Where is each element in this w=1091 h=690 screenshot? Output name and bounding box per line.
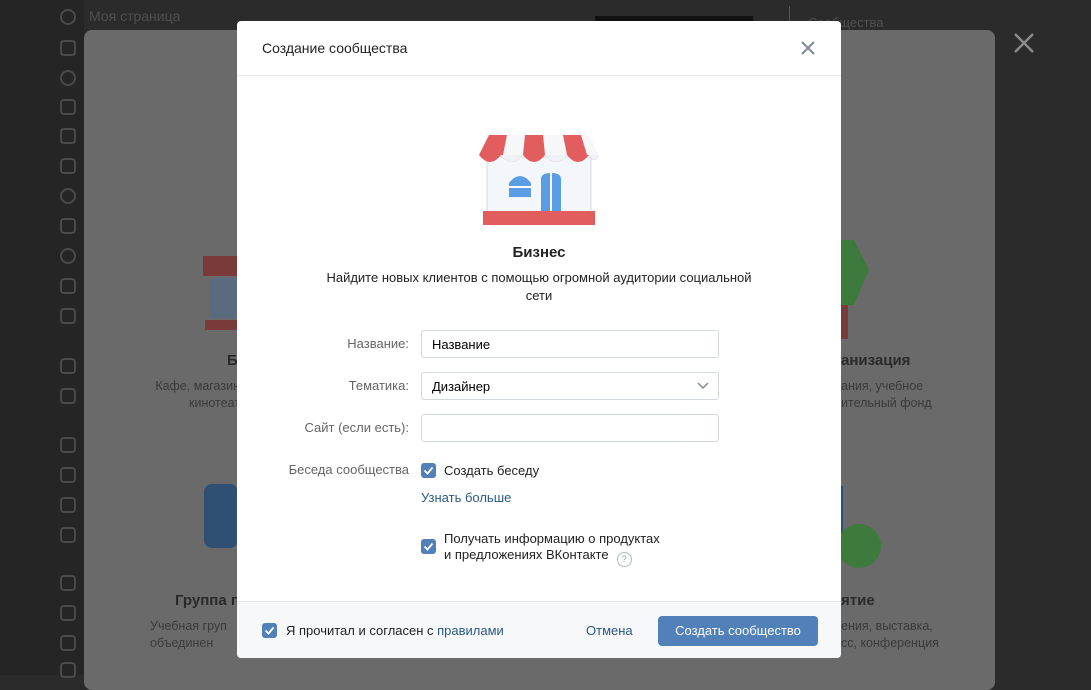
- create-community-button[interactable]: Создать сообщество: [658, 616, 818, 646]
- site-label: Сайт (если есть):: [304, 420, 409, 435]
- shop-icon: [479, 135, 599, 225]
- left-sidebar: [0, 0, 84, 678]
- bg-card-desc-business: Кафе, магазин кинотеат: [155, 379, 240, 410]
- modal-footer: Я прочитал и согласен с правилами Отмена…: [237, 601, 841, 658]
- music-icon: [60, 218, 76, 234]
- help-icon[interactable]: ?: [616, 552, 632, 567]
- learn-more-link[interactable]: Узнать больше: [421, 490, 511, 505]
- modal-header: Создание сообщества: [237, 21, 841, 76]
- bg-card-desc-event: ения, выставка, сс, конференция: [841, 619, 939, 650]
- bg-card-desc-org: ания, учебное ительный фонд: [841, 379, 932, 410]
- bookmarks-icon: [60, 437, 76, 453]
- groups-icon: [60, 158, 76, 174]
- video-icon: [60, 248, 76, 264]
- news-icon: [60, 40, 76, 56]
- site-field[interactable]: [421, 414, 719, 442]
- vk-info-line-2: и предложениях ВКонтакте: [444, 547, 609, 562]
- rules-link[interactable]: правилами: [437, 623, 504, 638]
- ads-icon: [60, 497, 76, 513]
- group-icon-4: [60, 662, 76, 678]
- create-chat-checkbox[interactable]: [421, 463, 436, 478]
- nav-my-page[interactable]: Моя страница: [89, 8, 180, 24]
- group-icon-2: [60, 605, 76, 621]
- photos-icon: [60, 188, 76, 204]
- modal-title: Создание сообщества: [262, 40, 408, 56]
- apps-icon: [60, 358, 76, 374]
- overlay-close-icon[interactable]: [1011, 30, 1037, 56]
- bg-card-title-event: ятие: [841, 592, 875, 609]
- close-icon[interactable]: [800, 40, 816, 56]
- name-field[interactable]: Название: [421, 330, 719, 358]
- market-icon: [60, 388, 76, 404]
- topic-select[interactable]: Дизайнер: [421, 372, 719, 400]
- bg-divider: [789, 6, 790, 22]
- vk-info-checkbox[interactable]: [421, 539, 436, 554]
- apps-grid-icon: [60, 527, 76, 543]
- create-community-modal: Создание сообщества Бизнес Найдите новых…: [237, 21, 841, 658]
- check-icon: [264, 626, 275, 635]
- community-type-title: Бизнес: [512, 244, 566, 261]
- create-chat-label[interactable]: Создать беседу: [444, 463, 539, 479]
- topic-label: Тематика:: [348, 378, 409, 393]
- group-illustration-bg: [204, 484, 238, 548]
- chat-label: Беседа сообщества: [288, 462, 409, 477]
- check-icon: [423, 466, 434, 475]
- name-label: Название:: [347, 336, 409, 351]
- check-icon: [423, 542, 434, 551]
- name-field-value: Название: [432, 337, 491, 352]
- calls-icon: [60, 99, 76, 115]
- agree-rules-checkbox[interactable]: [262, 623, 277, 638]
- friends-icon: [60, 128, 76, 144]
- clips-icon: [60, 278, 76, 294]
- group-icon: [60, 575, 76, 591]
- files-icon: [60, 467, 76, 483]
- messages-icon: [60, 70, 76, 86]
- user-icon: [60, 9, 76, 25]
- bg-card-desc-group: Учебная груп объединен: [150, 619, 227, 650]
- topic-select-value: Дизайнер: [432, 379, 491, 394]
- bg-card-title-group: Группа п: [175, 592, 240, 609]
- games-icon: [60, 308, 76, 324]
- group-icon-3: [60, 635, 76, 651]
- agree-rules-label: Я прочитал и согласен с правилами: [286, 623, 504, 639]
- cancel-button[interactable]: Отмена: [586, 623, 633, 638]
- bg-card-title-org: анизация: [841, 352, 911, 369]
- agree-rules-text: Я прочитал и согласен с: [286, 623, 438, 638]
- vk-info-label[interactable]: Получать информацию о продуктах и предло…: [444, 531, 660, 567]
- vk-info-line-1: Получать информацию о продуктах: [444, 531, 660, 546]
- community-type-description: Найдите новых клиентов с помощью огромно…: [326, 270, 752, 303]
- chevron-down-icon: [697, 382, 709, 390]
